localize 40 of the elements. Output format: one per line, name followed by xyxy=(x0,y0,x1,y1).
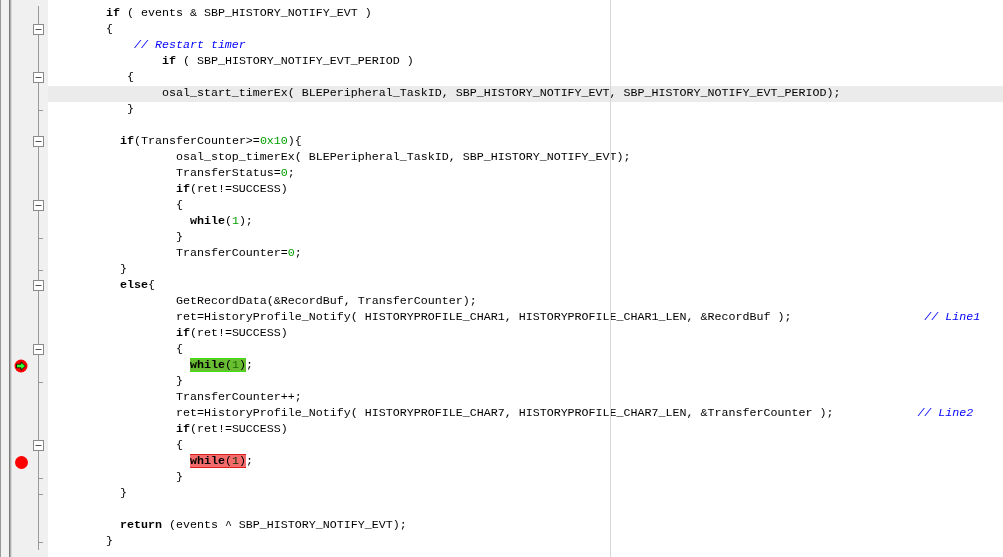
code-line: if ( SBP_HISTORY_NOTIFY_EVT_PERIOD ) xyxy=(160,54,415,70)
collapse-icon[interactable] xyxy=(33,344,44,355)
code-line: if(ret!=SUCCESS) xyxy=(174,182,289,198)
code-line: } xyxy=(125,102,135,118)
code-line: } xyxy=(174,470,184,486)
code-line: osal_stop_timerEx( BLEPeripheral_TaskID, SBP_HISTORY_NOTIFY_EVT); xyxy=(174,150,632,166)
code-line: if(ret!=SUCCESS) xyxy=(174,326,289,342)
code-line: if(TransferCounter>=0x10){ xyxy=(118,134,303,150)
code-line: TransferCounter++; xyxy=(174,390,303,406)
code-line: TransferCounter=0; xyxy=(174,246,303,262)
code-line: } xyxy=(118,486,128,502)
code-line: if(ret!=SUCCESS) xyxy=(174,422,289,438)
collapse-icon[interactable] xyxy=(33,72,44,83)
code-line: { xyxy=(174,198,184,214)
code-line: } xyxy=(118,262,128,278)
code-line: { xyxy=(104,22,114,38)
code-line: while(1); xyxy=(188,358,254,374)
code-line: } xyxy=(104,534,114,550)
code-line: else{ xyxy=(118,278,156,294)
code-line: ret=HistoryProfile_Notify( HISTORYPROFILE_CHAR1, HISTORYPROFILE_CHAR1_LEN, &RecordBuf ); // Line1 xyxy=(174,310,982,326)
code-line: if ( events & SBP_HISTORY_NOTIFY_EVT ) xyxy=(104,6,373,22)
code-line: while(1); xyxy=(188,214,254,230)
code-line: return (events ^ SBP_HISTORY_NOTIFY_EVT); xyxy=(118,518,408,534)
code-line: // Restart timer xyxy=(132,38,247,54)
code-line: } xyxy=(174,230,184,246)
code-line: ret=HistoryProfile_Notify( HISTORYPROFILE_CHAR7, HISTORYPROFILE_CHAR7_LEN, &TransferCounter ); // Line2 xyxy=(174,406,975,422)
collapse-icon[interactable] xyxy=(33,136,44,147)
code-line: TransferStatus=0; xyxy=(174,166,296,182)
breakpoint-arrow-icon[interactable] xyxy=(14,359,28,373)
collapse-icon[interactable] xyxy=(33,280,44,291)
collapse-icon[interactable] xyxy=(33,440,44,451)
code-line: { xyxy=(174,342,184,358)
code-line: } xyxy=(174,374,184,390)
code-line: while(1); xyxy=(188,454,254,470)
code-line: { xyxy=(125,70,135,86)
code-line: GetRecordData(&RecordBuf, TransferCounter); xyxy=(174,294,478,310)
collapse-icon[interactable] xyxy=(33,200,44,211)
collapse-icon[interactable] xyxy=(33,24,44,35)
breakpoint-icon[interactable] xyxy=(14,455,28,469)
code-line: { xyxy=(174,438,184,454)
